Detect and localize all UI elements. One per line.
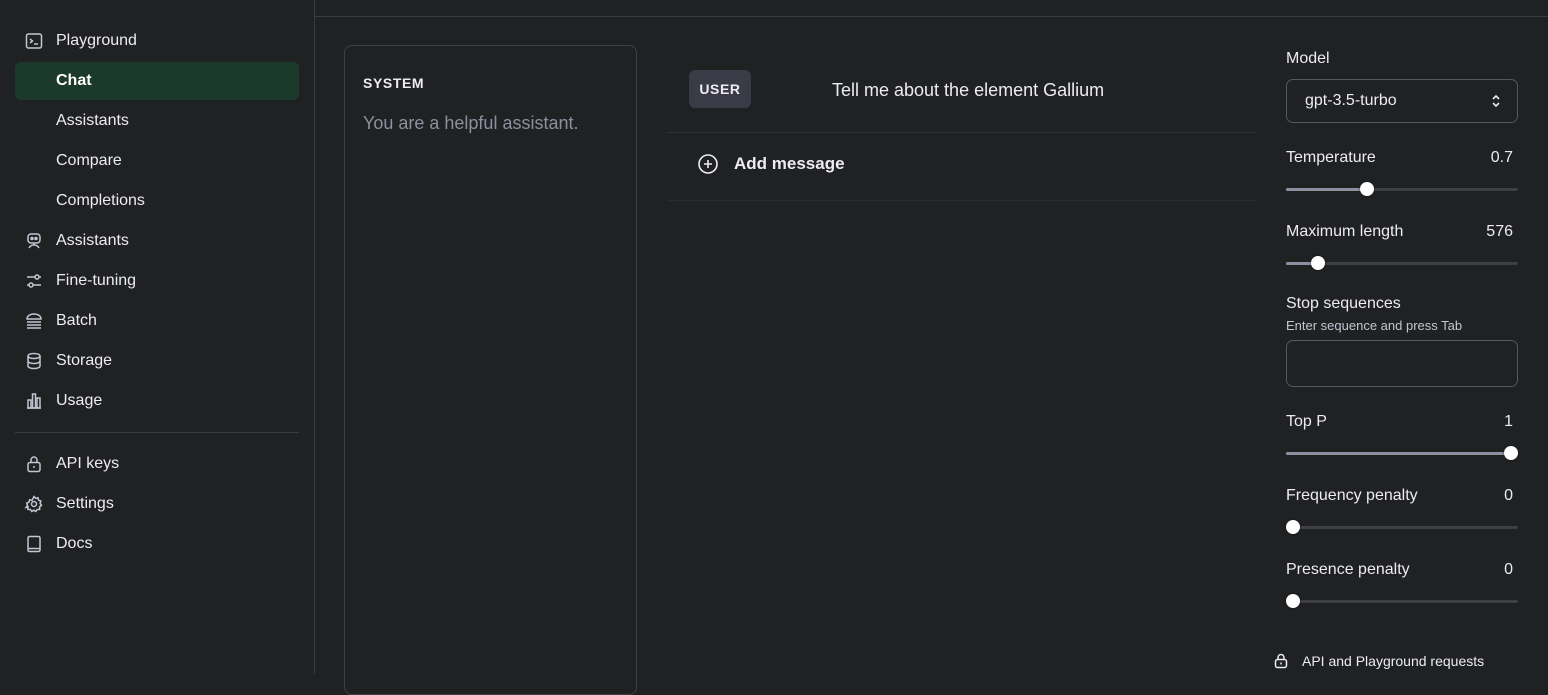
main-content: SYSTEM You are a helpful assistant. USER… <box>315 0 1548 695</box>
model-label: Model <box>1286 50 1330 67</box>
privacy-note: API and Playground requests <box>1272 652 1484 670</box>
sidebar-item-batch[interactable]: Batch <box>15 302 299 340</box>
user-message-text[interactable]: Tell me about the element Gallium <box>832 80 1104 101</box>
slider-thumb[interactable] <box>1286 594 1300 608</box>
sidebar-item-storage[interactable]: Storage <box>15 342 299 380</box>
frequency-penalty-label: Frequency penalty <box>1286 487 1418 504</box>
presence-penalty-value: 0 <box>1504 561 1513 578</box>
settings-panel: Model gpt-3.5-turbo Temperature 0.7 Maxi… <box>1274 0 1519 674</box>
chevron-up-down-icon <box>1492 94 1500 108</box>
sidebar-item-label: Playground <box>56 32 137 49</box>
robot-icon <box>23 230 45 252</box>
sidebar: Playground Chat Assistants Compare Compl… <box>0 0 315 674</box>
model-select[interactable]: gpt-3.5-turbo <box>1286 79 1518 123</box>
terminal-icon <box>23 30 45 52</box>
lock-icon <box>1274 653 1288 669</box>
top-p-label: Top P <box>1286 413 1327 430</box>
sidebar-item-label: Storage <box>56 352 113 369</box>
stop-sequences-input[interactable] <box>1286 340 1518 387</box>
sidebar-item-chat[interactable]: Chat <box>15 62 299 100</box>
sidebar-item-label: Assistants <box>56 112 129 129</box>
sidebar-item-playground[interactable]: Playground <box>15 22 299 60</box>
temperature-value: 0.7 <box>1490 149 1513 166</box>
sidebar-item-label: API keys <box>56 455 120 472</box>
sidebar-item-label: Batch <box>56 312 97 329</box>
gear-icon <box>23 493 45 515</box>
temperature-label: Temperature <box>1286 149 1376 166</box>
system-panel[interactable]: SYSTEM You are a helpful assistant. <box>344 45 637 695</box>
stop-sequences-hint: Enter sequence and press Tab <box>1286 318 1463 333</box>
top-p-slider[interactable] <box>1286 445 1518 461</box>
slider-track <box>1286 600 1518 603</box>
chat-area: USER Tell me about the element Gallium A… <box>667 45 1257 675</box>
sliders-icon <box>23 270 45 292</box>
sidebar-divider <box>15 432 299 433</box>
maximum-length-value: 576 <box>1486 223 1513 240</box>
frequency-penalty-value: 0 <box>1504 487 1513 504</box>
lock-icon <box>23 453 45 475</box>
bar-chart-icon <box>23 390 45 412</box>
model-select-value: gpt-3.5-turbo <box>1305 92 1397 109</box>
slider-thumb[interactable] <box>1504 446 1518 460</box>
top-p-value: 1 <box>1504 413 1513 430</box>
role-toggle-button[interactable]: USER <box>689 70 751 108</box>
maximum-length-label: Maximum length <box>1286 223 1404 240</box>
sidebar-item-label: Fine-tuning <box>56 272 137 289</box>
system-label: SYSTEM <box>363 75 425 91</box>
temperature-slider[interactable] <box>1286 181 1518 197</box>
sidebar-item-compare[interactable]: Compare <box>15 142 299 180</box>
privacy-note-text: API and Playground requests <box>1302 653 1485 669</box>
presence-penalty-label: Presence penalty <box>1286 561 1410 578</box>
database-icon <box>23 350 45 372</box>
layers-icon <box>23 310 45 332</box>
add-message-button[interactable]: Add message <box>697 153 845 175</box>
sidebar-item-assistants[interactable]: Assistants <box>15 222 299 260</box>
system-prompt-text[interactable]: You are a helpful assistant. <box>363 113 578 134</box>
slider-track <box>1286 526 1518 529</box>
presence-penalty-slider[interactable] <box>1286 593 1518 609</box>
sidebar-item-settings[interactable]: Settings <box>15 485 299 523</box>
slider-thumb[interactable] <box>1360 182 1374 196</box>
frequency-penalty-slider[interactable] <box>1286 519 1518 535</box>
sidebar-item-label: Docs <box>56 535 93 552</box>
sidebar-item-completions[interactable]: Completions <box>15 182 299 220</box>
slider-fill <box>1286 452 1518 455</box>
sidebar-item-api-keys[interactable]: API keys <box>15 445 299 483</box>
sidebar-item-label: Usage <box>56 392 103 409</box>
sidebar-item-label: Completions <box>56 192 145 209</box>
add-message-label: Add message <box>734 154 845 173</box>
message-divider <box>667 200 1257 201</box>
sidebar-item-docs[interactable]: Docs <box>15 525 299 563</box>
sidebar-item-label: Chat <box>56 72 92 89</box>
sidebar-item-usage[interactable]: Usage <box>15 382 299 420</box>
slider-fill <box>1286 188 1367 191</box>
sidebar-item-label: Compare <box>56 152 122 169</box>
sidebar-item-label: Settings <box>56 495 114 512</box>
sidebar-item-assistants-playground[interactable]: Assistants <box>15 102 299 140</box>
message-divider <box>667 132 1257 133</box>
slider-thumb[interactable] <box>1286 520 1300 534</box>
maximum-length-slider[interactable] <box>1286 255 1518 271</box>
sidebar-item-fine-tuning[interactable]: Fine-tuning <box>15 262 299 300</box>
stop-sequences-label: Stop sequences <box>1286 295 1401 312</box>
sidebar-item-label: Assistants <box>56 232 129 249</box>
book-icon <box>23 533 45 555</box>
slider-thumb[interactable] <box>1311 256 1325 270</box>
plus-circle-icon <box>698 154 718 174</box>
